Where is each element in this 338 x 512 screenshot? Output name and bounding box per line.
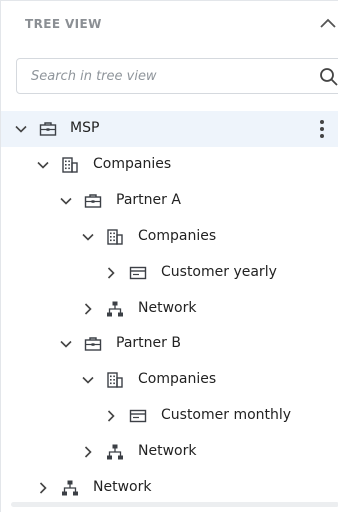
briefcase-icon bbox=[84, 337, 102, 351]
tree-node-partner-b[interactable]: Partner B bbox=[1, 326, 338, 362]
tree-node-label: Network bbox=[138, 443, 197, 459]
tree-node-label: Partner B bbox=[116, 335, 181, 351]
chevron-right-icon[interactable] bbox=[81, 445, 95, 459]
chevron-down-icon[interactable] bbox=[36, 158, 50, 172]
briefcase-icon bbox=[39, 122, 57, 136]
tree-node-label: Companies bbox=[93, 156, 172, 172]
network-icon bbox=[107, 444, 123, 460]
briefcase-icon bbox=[84, 194, 102, 208]
tree-node-label: Customer yearly bbox=[161, 264, 277, 280]
network-icon bbox=[62, 480, 78, 496]
chevron-down-icon[interactable] bbox=[14, 122, 28, 136]
tree-node-label: Companies bbox=[138, 228, 217, 244]
chevron-down-icon[interactable] bbox=[81, 230, 95, 244]
network-icon bbox=[107, 301, 123, 317]
chevron-right-icon[interactable] bbox=[36, 481, 50, 495]
tree-node-msp[interactable]: MSP bbox=[1, 111, 338, 147]
tree-node-label: Customer monthly bbox=[161, 407, 292, 423]
search-input[interactable] bbox=[17, 59, 313, 93]
tree-node-companies[interactable]: Companies bbox=[1, 219, 338, 255]
tree-node-companies[interactable]: Companies bbox=[1, 362, 338, 398]
tree-view-panel: TREE VIEW MSP Companies bbox=[0, 0, 338, 512]
tree-node-customer-yearly[interactable]: Customer yearly bbox=[1, 255, 338, 291]
tree-node-network[interactable]: Network bbox=[1, 434, 338, 470]
search-icon[interactable] bbox=[319, 67, 338, 87]
tree-node-label: Partner A bbox=[116, 192, 181, 208]
chevron-down-icon[interactable] bbox=[59, 337, 73, 351]
collapse-panel-button[interactable] bbox=[317, 13, 338, 35]
chevron-right-icon[interactable] bbox=[104, 266, 118, 280]
tree-node-network[interactable]: Network bbox=[1, 470, 338, 506]
building-icon bbox=[62, 157, 78, 173]
chevron-up-icon bbox=[320, 18, 336, 28]
chevron-right-icon[interactable] bbox=[104, 409, 118, 423]
panel-header: TREE VIEW bbox=[1, 1, 338, 49]
search-box bbox=[16, 58, 338, 94]
tree-node-customer-monthly[interactable]: Customer monthly bbox=[1, 398, 338, 434]
tree-node-label: Network bbox=[138, 300, 197, 316]
building-icon bbox=[107, 372, 123, 388]
card-icon bbox=[129, 266, 147, 280]
tree-node-label: MSP bbox=[70, 120, 100, 136]
panel-title: TREE VIEW bbox=[25, 17, 102, 31]
horizontal-scrollbar[interactable] bbox=[11, 502, 338, 507]
tree-node-companies[interactable]: Companies bbox=[1, 147, 338, 183]
chevron-down-icon[interactable] bbox=[59, 194, 73, 208]
tree-node-label: Companies bbox=[138, 371, 217, 387]
more-options-icon[interactable] bbox=[315, 119, 329, 139]
card-icon bbox=[129, 409, 147, 423]
building-icon bbox=[107, 229, 123, 245]
tree-node-partner-a[interactable]: Partner A bbox=[1, 183, 338, 219]
chevron-down-icon[interactable] bbox=[81, 373, 95, 387]
chevron-right-icon[interactable] bbox=[81, 302, 95, 316]
tree-node-network[interactable]: Network bbox=[1, 291, 338, 327]
tree-node-label: Network bbox=[93, 479, 152, 495]
